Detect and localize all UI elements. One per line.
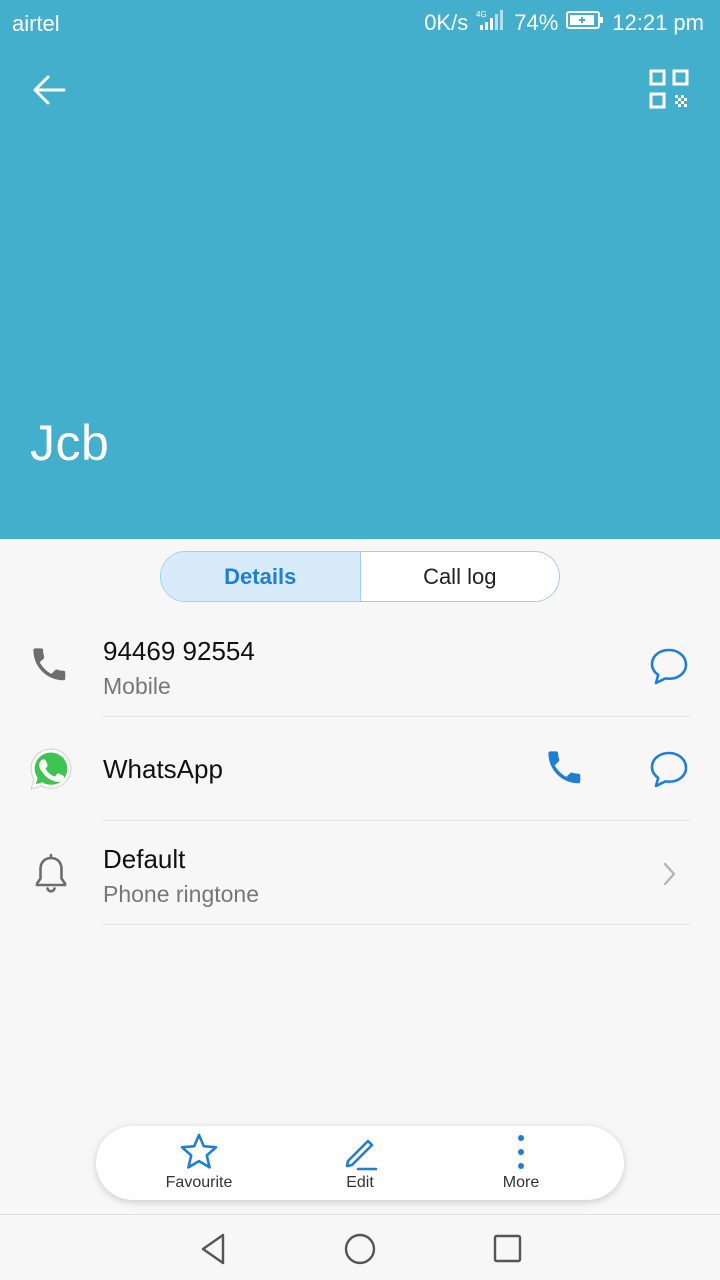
message-button[interactable] [644, 641, 694, 691]
status-indicators: 0K/s 4G 74% 12:21 pm [424, 9, 704, 37]
phone-icon [548, 751, 581, 784]
circle-home-icon [344, 1233, 376, 1265]
arrow-left-icon [33, 75, 66, 105]
network-type: 4G [476, 10, 487, 19]
triangle-back-icon [201, 1233, 225, 1265]
qr-code-button[interactable] [646, 66, 692, 112]
favourite-label: Favourite [165, 1174, 233, 1191]
signal-icon: 4G [476, 9, 506, 37]
more-label: More [502, 1174, 540, 1191]
tab-details[interactable]: Details [161, 552, 361, 601]
phone-number: 94469 92554 [103, 636, 255, 666]
network-speed: 0K/s [424, 10, 469, 35]
status-bar: airtel 0K/s 4G 74% 12:21 pm [0, 0, 720, 46]
contact-name: Jcb [30, 415, 110, 471]
contact-action-bar: Favourite Edit More [96, 1126, 624, 1200]
phone-icon [26, 641, 76, 691]
edit-label: Edit [346, 1174, 374, 1191]
ringtone-row[interactable]: Default Phone ringtone [0, 821, 720, 925]
contact-header: airtel 0K/s 4G 74% 12:21 pm Jcb [0, 0, 720, 539]
divider [103, 924, 690, 925]
carrier-label: airtel [12, 11, 60, 36]
battery-icon [566, 10, 604, 36]
whatsapp-call-button[interactable] [541, 744, 591, 794]
bell-icon [26, 849, 76, 899]
nav-recents-button[interactable] [487, 1229, 527, 1269]
ringtone-label: Phone ringtone [103, 881, 260, 907]
whatsapp-label: WhatsApp [103, 754, 223, 784]
ringtone-value: Default [103, 844, 186, 874]
clock: 12:21 pm [612, 10, 704, 35]
qr-code-icon [649, 69, 689, 109]
ringtone-chevron [644, 849, 694, 899]
phone-number-row[interactable]: 94469 92554 Mobile [0, 620, 720, 717]
nav-home-button[interactable] [340, 1229, 380, 1269]
message-icon [650, 751, 688, 788]
more-vertical-icon [518, 1135, 524, 1169]
back-button[interactable] [24, 64, 76, 116]
phone-type: Mobile [103, 673, 171, 699]
chevron-right-icon [663, 862, 676, 886]
tab-switcher: Details Call log [160, 551, 560, 602]
star-icon [180, 1133, 218, 1169]
edit-button[interactable]: Edit [285, 1126, 435, 1200]
system-nav-bar [0, 1214, 720, 1280]
favourite-button[interactable]: Favourite [124, 1126, 274, 1200]
square-recents-icon [493, 1234, 522, 1263]
message-icon [650, 648, 688, 685]
whatsapp-icon [26, 744, 76, 794]
whatsapp-message-button[interactable] [644, 744, 694, 794]
whatsapp-row[interactable]: WhatsApp [0, 717, 720, 821]
pencil-icon [345, 1139, 378, 1171]
tab-call-log[interactable]: Call log [361, 552, 560, 601]
nav-back-button[interactable] [194, 1229, 234, 1269]
battery-percent: 74% [514, 10, 559, 35]
more-button[interactable]: More [446, 1126, 596, 1200]
